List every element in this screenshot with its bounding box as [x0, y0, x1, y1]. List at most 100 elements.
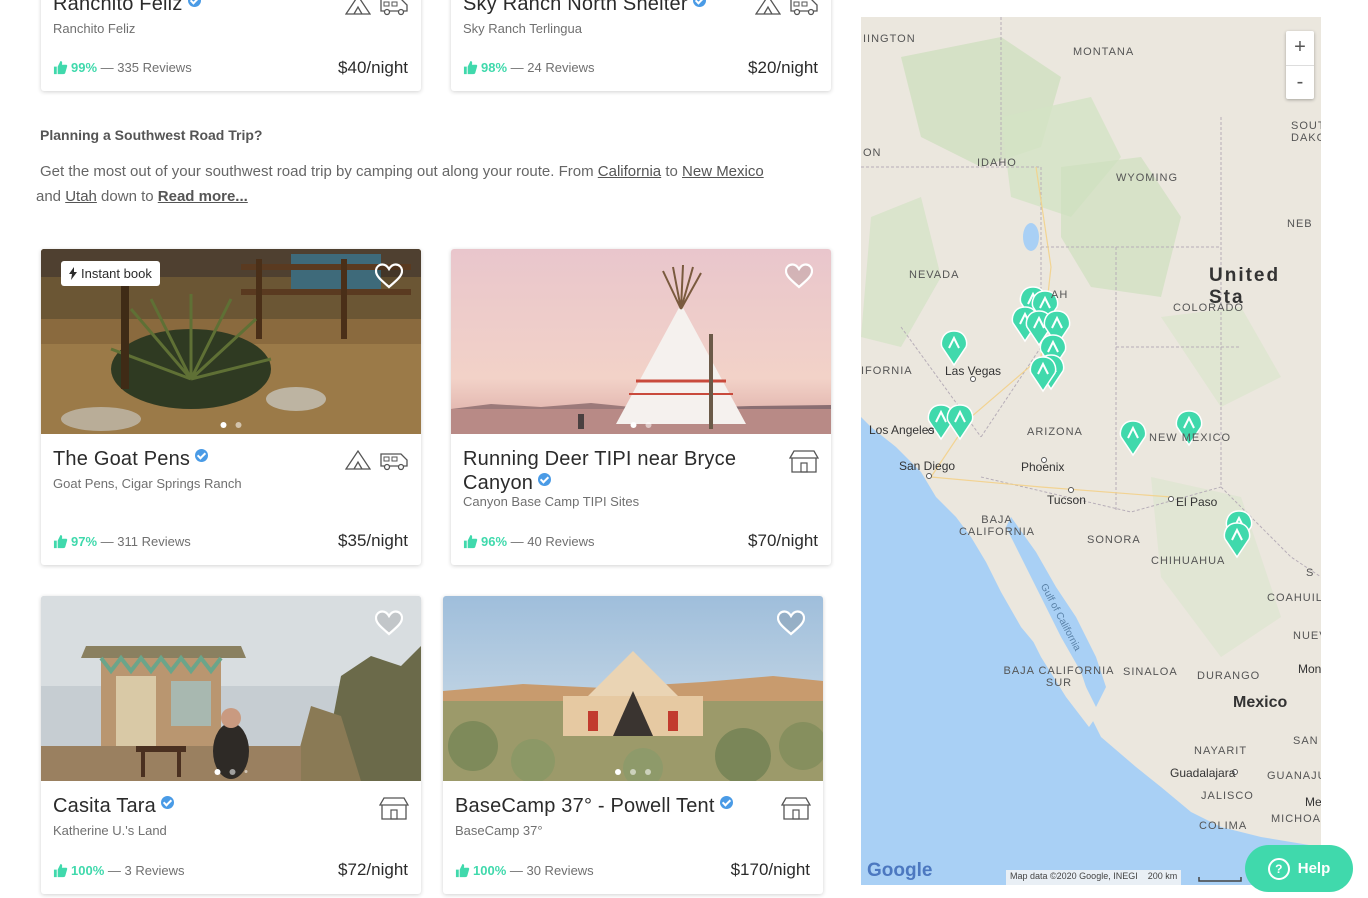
link-utah[interactable]: Utah	[65, 188, 97, 205]
heart-icon[interactable]	[375, 610, 403, 636]
tent-icon	[755, 0, 781, 15]
rating-percent: 98%	[481, 60, 508, 75]
listing-photo[interactable]	[451, 249, 831, 434]
map-label: AH	[1051, 289, 1069, 301]
listing-type-icons	[781, 796, 811, 820]
photo-carousel-dots[interactable]	[630, 422, 652, 428]
read-more-link[interactable]: Read more...	[158, 188, 248, 205]
listing-type-icons	[755, 0, 819, 16]
review-count: — 24 Reviews	[510, 60, 595, 75]
listing-title[interactable]: Sky Ranch North Shelter	[463, 0, 706, 16]
map-panel[interactable]: IINGTON MONTANA SOUT DAKO ON IDAHO WYOMI…	[861, 17, 1321, 885]
listing-photo[interactable]	[443, 596, 823, 781]
verified-icon	[187, 0, 201, 7]
listing-price: $70/night	[748, 531, 818, 550]
link-new-mexico[interactable]: New Mexico	[682, 163, 764, 180]
instant-book-badge: Instant book	[61, 261, 160, 286]
section-text: to	[661, 163, 683, 180]
thumbs-up-icon	[455, 863, 470, 878]
map-data-credit: Map data ©2020 Google, INEGI	[1010, 871, 1138, 881]
heart-icon[interactable]	[375, 263, 403, 289]
google-logo: Google	[867, 860, 933, 881]
review-count: — 311 Reviews	[100, 534, 191, 549]
listing-rating: 97% — 311 Reviews	[53, 534, 191, 549]
lightning-icon	[69, 267, 77, 280]
listing-title-text: Running Deer TIPI near Bryce Canyon	[463, 448, 737, 494]
listing-title-text: Sky Ranch North Shelter	[463, 0, 688, 15]
map-label: El Paso	[1176, 495, 1218, 509]
section-text: Get the most out of your southwest road …	[40, 163, 598, 180]
listing-card-ranchito-feliz[interactable]: Ranchito Feliz Ranchito Feliz 99% — 335 …	[41, 0, 421, 91]
review-count: — 335 Reviews	[100, 60, 192, 75]
cabin-icon	[781, 797, 811, 820]
link-california[interactable]: California	[598, 163, 661, 180]
listing-card-basecamp-37[interactable]: BaseCamp 37° - Powell Tent BaseCamp 37° …	[443, 596, 823, 894]
photo-carousel-dots[interactable]	[615, 769, 651, 775]
rating-percent: 97%	[71, 534, 98, 549]
heart-icon[interactable]	[785, 263, 813, 289]
map-label: MONTANA	[1073, 46, 1135, 58]
map-label: COAHUILA	[1267, 592, 1321, 604]
cabin-icon	[379, 797, 409, 820]
cabin-icon	[789, 450, 819, 473]
verified-icon	[195, 449, 209, 462]
thumbs-up-icon	[463, 60, 478, 75]
rv-icon	[380, 0, 408, 16]
thumbs-up-icon	[53, 534, 68, 549]
listing-rating: 98% — 24 Reviews	[463, 60, 594, 75]
review-count: — 30 Reviews	[509, 863, 594, 878]
map-label: IDAHO	[977, 157, 1017, 169]
listing-photo[interactable]	[41, 596, 421, 781]
listing-rating: 100% — 3 Reviews	[53, 863, 184, 878]
listing-type-icons	[379, 796, 409, 820]
map-label: NAYARIT	[1194, 745, 1248, 757]
map-label: BAJA CALIFORNIA	[958, 514, 1035, 538]
listing-title-text: Casita Tara	[53, 795, 156, 817]
photo-carousel-dots[interactable]	[214, 769, 248, 775]
map-label: BAJA CALIFORNIA SUR	[1003, 665, 1115, 689]
section-heading: Planning a Southwest Road Trip?	[40, 127, 263, 143]
verified-icon	[161, 796, 174, 809]
map-label: JALISCO	[1201, 790, 1254, 802]
listing-photo[interactable]: Instant book	[41, 249, 421, 434]
listing-title-text: BaseCamp 37° - Powell Tent	[455, 795, 715, 817]
map-label: NEW MEXICO	[1149, 432, 1232, 444]
map-attribution: Map data ©2020 Google, INEGI 200 km	[1006, 870, 1182, 885]
map-scale-label: 200 km	[1147, 871, 1178, 881]
listing-title[interactable]: The Goat Pens	[53, 447, 209, 471]
listing-title-text: Ranchito Feliz	[53, 0, 183, 15]
heart-icon[interactable]	[777, 610, 805, 636]
listing-title[interactable]: Running Deer TIPI near Bryce Canyon	[463, 447, 763, 495]
section-text: and	[36, 188, 66, 205]
listing-title[interactable]: BaseCamp 37° - Powell Tent	[455, 794, 733, 818]
listing-location: Katherine U.'s Land	[53, 823, 167, 838]
instant-book-label: Instant book	[81, 266, 152, 281]
listing-title[interactable]: Ranchito Feliz	[53, 0, 201, 16]
listing-title[interactable]: Casita Tara	[53, 794, 174, 818]
rv-icon	[380, 453, 408, 471]
map-label: Las Vegas	[945, 364, 1002, 378]
rating-percent: 100%	[473, 863, 507, 878]
zoom-in-button[interactable]: +	[1286, 31, 1314, 66]
listing-price: $72/night	[338, 860, 408, 879]
listing-card-running-deer-tipi[interactable]: Running Deer TIPI near Bryce Canyon Cany…	[451, 249, 831, 565]
listing-type-icons	[345, 0, 409, 16]
thumbs-up-icon	[53, 60, 68, 75]
map-label: NEB	[1287, 218, 1313, 230]
map-label: WYOMING	[1116, 172, 1178, 184]
map-label: Phoenix	[1021, 460, 1065, 474]
zoom-out-button[interactable]: -	[1286, 66, 1314, 100]
verified-icon	[692, 0, 706, 7]
map-label: Los Angeles	[869, 423, 935, 437]
listing-location: Ranchito Feliz	[53, 21, 136, 36]
listing-location: Sky Ranch Terlingua	[463, 21, 582, 36]
section-description: Get the most out of your southwest road …	[36, 159, 820, 209]
listing-rating: 99% — 335 Reviews	[53, 60, 192, 75]
map-canvas[interactable]	[861, 17, 1321, 885]
listing-card-goat-pens[interactable]: Instant book The Goat Pens Goat Pens, Ci…	[41, 249, 421, 565]
help-button[interactable]: ? Help	[1245, 845, 1353, 892]
listing-card-sky-ranch[interactable]: Sky Ranch North Shelter Sky Ranch Terlin…	[451, 0, 831, 91]
photo-carousel-dots[interactable]	[220, 422, 242, 428]
listing-card-casita-tara[interactable]: Casita Tara Katherine U.'s Land 100% — 3…	[41, 596, 421, 894]
thumbs-up-icon	[53, 863, 68, 878]
